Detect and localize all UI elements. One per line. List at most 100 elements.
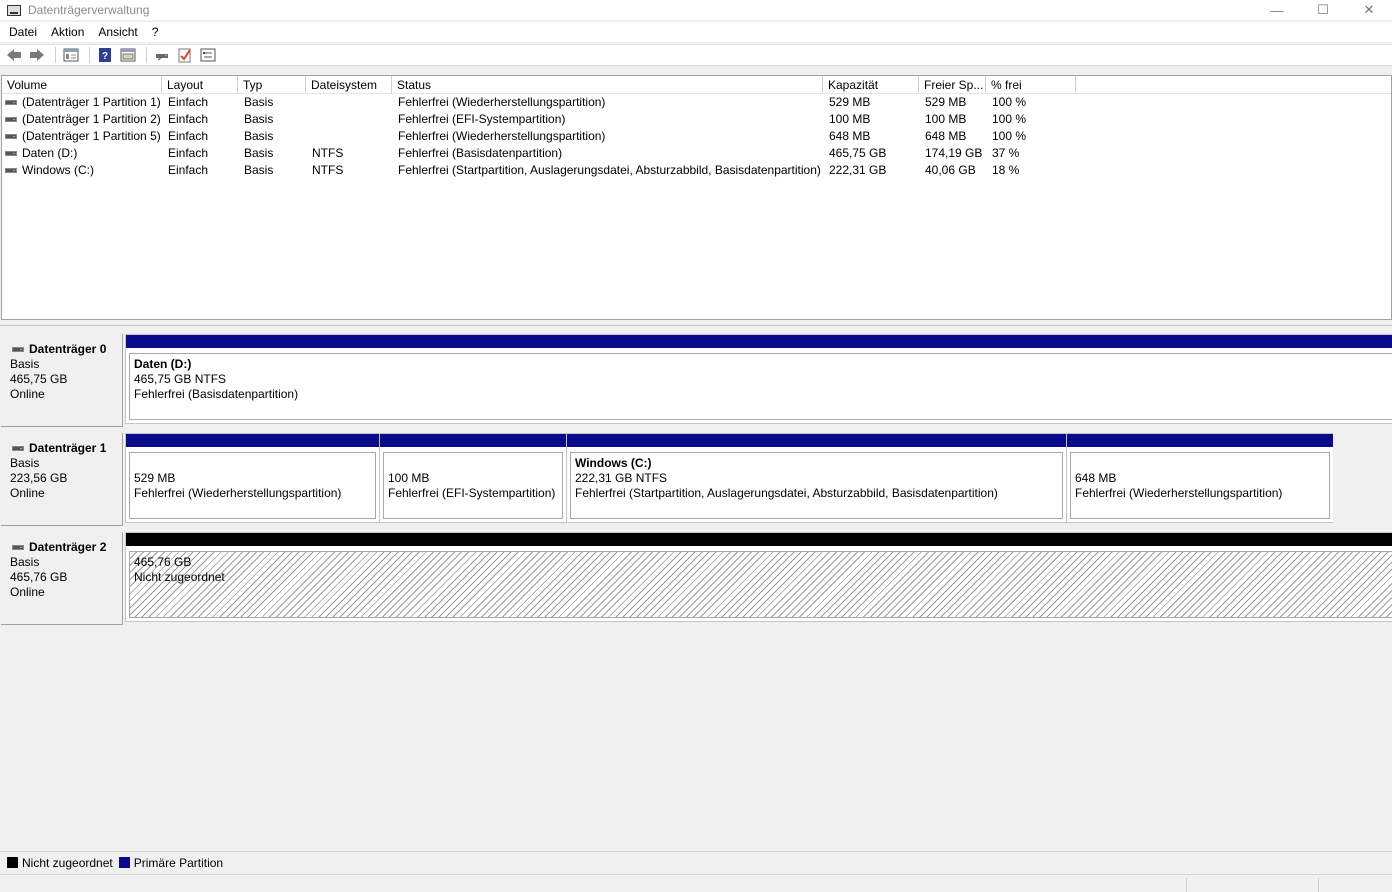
menu-ansicht[interactable]: Ansicht (91, 22, 144, 42)
legend-swatch-primary (118, 857, 130, 868)
svg-text:?: ? (102, 51, 108, 62)
view-icon[interactable] (118, 46, 138, 64)
partition-block[interactable]: Daten (D:) 465,75 GB NTFS Fehlerfrei (Ba… (126, 335, 1392, 423)
forward-icon[interactable] (27, 46, 47, 64)
volume-list-header: Volume Layout Typ Dateisystem Status Kap… (2, 76, 1391, 94)
column-header-kapazitaet[interactable]: Kapazität (823, 76, 919, 93)
properties-icon[interactable] (61, 46, 81, 64)
partition-size: 222,31 GB NTFS (575, 471, 668, 485)
column-header-status[interactable]: Status (392, 76, 823, 93)
disk-type: Basis (10, 357, 40, 371)
disk-size: 465,75 GB (10, 372, 68, 386)
volume-list: Volume Layout Typ Dateisystem Status Kap… (1, 75, 1392, 320)
prozent-frei-cell: 100 % (992, 129, 1027, 143)
disk-state: Online (10, 486, 45, 500)
disk-row: Datenträger 0 Basis 465,75 GB Online Dat… (0, 330, 1392, 427)
help-icon[interactable]: ? (95, 46, 115, 64)
volume-cell: (Datenträger 1 Partition 2) (2, 111, 162, 128)
layout-cell: Einfach (168, 95, 209, 109)
typ-cell: Basis (244, 95, 274, 109)
typ-cell: Basis (244, 163, 274, 177)
table-row[interactable]: (Datenträger 1 Partition 2) Einfach Basi… (2, 111, 1391, 128)
volume-name: Daten (D:) (22, 146, 78, 160)
kapazitaet-cell: 465,75 GB (829, 146, 887, 160)
table-row[interactable]: Daten (D:) Einfach Basis NTFS Fehlerfrei… (2, 145, 1391, 162)
volume-name: (Datenträger 1 Partition 5) (22, 129, 161, 143)
primary-partition-bar (1067, 434, 1333, 448)
table-row[interactable]: (Datenträger 1 Partition 5) Einfach Basi… (2, 128, 1391, 145)
disk-icon (12, 545, 24, 550)
disk-type: Basis (10, 456, 40, 470)
disk-name-text: Datenträger 2 (29, 540, 107, 554)
primary-partition-bar (380, 434, 566, 448)
layout-cell: Einfach (168, 112, 209, 126)
close-button[interactable]: ✕ (1346, 0, 1392, 20)
partition-block[interactable]: 529 MB Fehlerfrei (Wiederherstellungspar… (126, 434, 380, 522)
disk-partition-map: Daten (D:) 465,75 GB NTFS Fehlerfrei (Ba… (125, 334, 1392, 424)
partition-body: Windows (C:) 222,31 GB NTFS Fehlerfrei (… (570, 452, 1063, 519)
disk-partition-map: 465,76 GB Nicht zugeordnet (125, 532, 1392, 622)
partition-size: 529 MB (134, 471, 176, 485)
column-header-typ[interactable]: Typ (238, 76, 306, 93)
volume-icon (5, 134, 17, 139)
partition-status: Fehlerfrei (EFI-Systempartition) (388, 486, 556, 500)
partition-block[interactable]: Windows (C:) 222,31 GB NTFS Fehlerfrei (… (567, 434, 1067, 522)
table-row[interactable]: (Datenträger 1 Partition 1) Einfach Basi… (2, 94, 1391, 111)
kapazitaet-cell: 529 MB (829, 95, 871, 109)
partition-size: 465,76 GB (134, 555, 192, 569)
disk-label[interactable]: Datenträger 2 Basis 465,76 GB Online (1, 532, 123, 625)
settings-icon[interactable] (198, 46, 218, 64)
disk-label[interactable]: Datenträger 0 Basis 465,75 GB Online (1, 334, 123, 427)
dateisystem-cell: NTFS (312, 163, 344, 177)
status-cell: Fehlerfrei (Wiederherstellungspartition) (398, 129, 606, 143)
menu-aktion[interactable]: Aktion (44, 22, 91, 42)
disk-state: Online (10, 387, 45, 401)
check-icon[interactable] (175, 46, 195, 64)
partition-size: 648 MB (1075, 471, 1117, 485)
partition-status: Fehlerfrei (Startpartition, Auslagerungs… (575, 486, 998, 500)
legend-swatch-unallocated (7, 857, 18, 868)
column-header-prozent-frei[interactable]: % frei (986, 76, 1076, 93)
typ-cell: Basis (244, 112, 274, 126)
disk-state: Online (10, 585, 45, 599)
status-cell: Fehlerfrei (EFI-Systempartition) (398, 112, 566, 126)
primary-partition-bar (126, 335, 1392, 349)
partition-body: 465,76 GB Nicht zugeordnet (129, 551, 1392, 618)
column-header-dateisystem[interactable]: Dateisystem (306, 76, 392, 93)
legend: Nicht zugeordnet Primäre Partition (0, 851, 1392, 873)
volume-icon (5, 151, 17, 156)
disk-graphical-view: Datenträger 0 Basis 465,75 GB Online Dat… (0, 326, 1392, 850)
partition-block[interactable]: 100 MB Fehlerfrei (EFI-Systempartition) (380, 434, 567, 522)
partition-block[interactable]: 465,76 GB Nicht zugeordnet (126, 533, 1392, 621)
column-header-layout[interactable]: Layout (162, 76, 238, 93)
maximize-button[interactable]: ☐ (1300, 0, 1346, 20)
disk-name: Datenträger 0 (10, 342, 122, 357)
legend-label: Nicht zugeordnet (22, 855, 113, 870)
back-icon[interactable] (4, 46, 24, 64)
disk-label[interactable]: Datenträger 1 Basis 223,56 GB Online (1, 433, 123, 526)
freier-speicher-cell: 100 MB (925, 112, 967, 126)
partition-size: 465,75 GB NTFS (134, 372, 227, 386)
toolbar-separator (146, 47, 147, 63)
connect-icon[interactable] (152, 46, 172, 64)
primary-partition-bar (126, 434, 379, 448)
partition-name: Windows (C:) (575, 456, 652, 470)
status-cell: Fehlerfrei (Wiederherstellungspartition) (398, 95, 606, 109)
disk-icon (12, 347, 24, 352)
column-header-volume[interactable]: Volume (2, 76, 162, 93)
dateisystem-cell: NTFS (312, 146, 344, 160)
volume-cell: (Datenträger 1 Partition 1) (2, 94, 162, 111)
menu-help[interactable]: ? (145, 22, 166, 42)
column-header-freier-speicher[interactable]: Freier Sp... (919, 76, 986, 93)
dateisystem-cell (306, 111, 392, 128)
volume-cell: (Datenträger 1 Partition 5) (2, 128, 162, 145)
table-row[interactable]: Windows (C:) Einfach Basis NTFS Fehlerfr… (2, 162, 1391, 179)
menu-datei[interactable]: Datei (0, 22, 44, 42)
disk-partition-map: 529 MB Fehlerfrei (Wiederherstellungspar… (125, 433, 1333, 523)
title-bar: Datenträgerverwaltung — ☐ ✕ (0, 0, 1392, 20)
volume-icon (5, 117, 17, 122)
freier-speicher-cell: 529 MB (925, 95, 967, 109)
partition-block[interactable]: 648 MB Fehlerfrei (Wiederherstellungspar… (1067, 434, 1333, 522)
minimize-button[interactable]: — (1254, 0, 1300, 20)
prozent-frei-cell: 100 % (992, 95, 1027, 109)
